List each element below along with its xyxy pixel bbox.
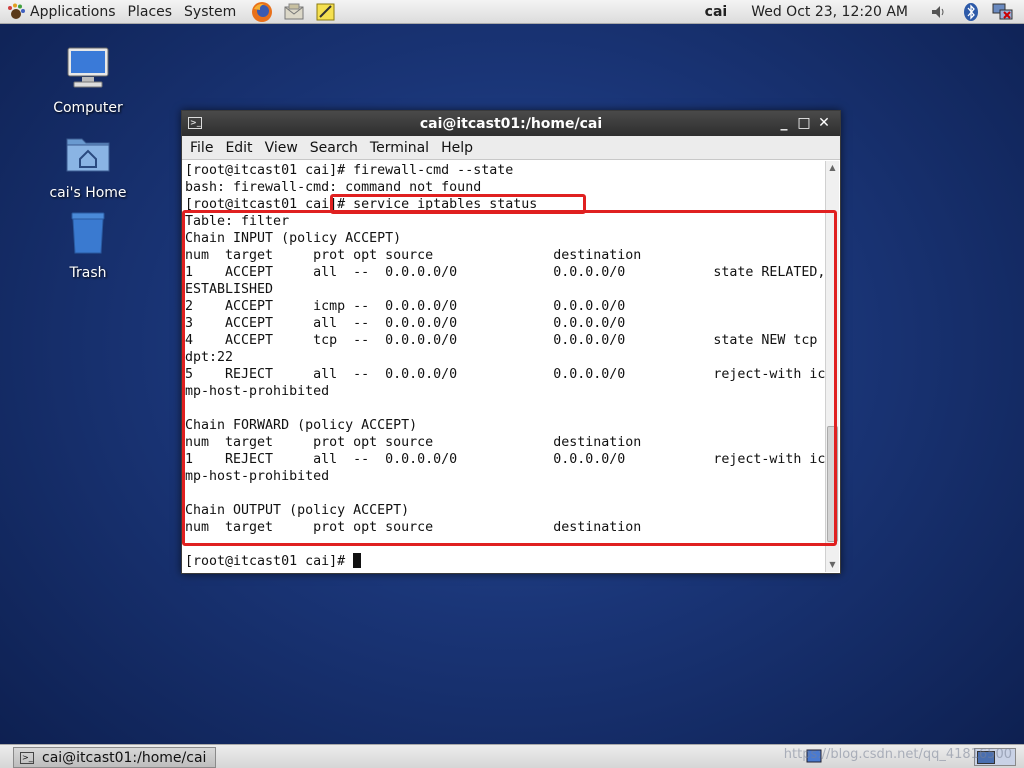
- menu-edit[interactable]: Edit: [219, 140, 258, 156]
- terminal-icon: >_: [188, 117, 202, 129]
- menu-terminal[interactable]: Terminal: [364, 140, 435, 156]
- volume-icon[interactable]: [928, 1, 950, 23]
- desktop-home[interactable]: cai's Home: [38, 129, 138, 201]
- system-label: System: [184, 3, 237, 20]
- computer-icon: [67, 47, 109, 88]
- mail-launcher[interactable]: [282, 1, 306, 23]
- system-menu[interactable]: System: [178, 0, 242, 24]
- menu-bar: File Edit View Search Terminal Help: [182, 136, 840, 160]
- notes-launcher[interactable]: [314, 1, 338, 23]
- firefox-launcher[interactable]: [250, 1, 274, 23]
- gnome-foot-icon: [8, 3, 25, 19]
- minimize-button[interactable]: _: [774, 114, 794, 132]
- home-label: cai's Home: [49, 185, 127, 201]
- bluetooth-icon[interactable]: [960, 1, 982, 23]
- menu-search[interactable]: Search: [304, 140, 364, 156]
- menu-file[interactable]: File: [184, 140, 219, 156]
- output-highlight: [182, 210, 837, 546]
- top-panel: Applications Places System cai Wed Oct 2…: [0, 0, 1024, 24]
- taskbar-label: cai@itcast01:/home/cai: [42, 749, 207, 766]
- clock[interactable]: Wed Oct 23, 12:20 AM: [751, 4, 908, 20]
- taskbar-terminal-button[interactable]: >_ cai@itcast01:/home/cai: [13, 747, 216, 768]
- trash-label: Trash: [69, 265, 107, 281]
- title-bar[interactable]: >_ cai@itcast01:/home/cai _ □ ✕: [182, 111, 840, 136]
- applications-menu[interactable]: Applications: [0, 0, 122, 24]
- terminal-line: [root@itcast01 cai]# firewall-cmd --stat…: [185, 163, 514, 178]
- watermark: https://blog.csdn.net/qq_41816500: [783, 747, 1012, 762]
- menu-view[interactable]: View: [259, 140, 304, 156]
- mail-icon: [284, 3, 304, 19]
- user-menu[interactable]: cai: [705, 4, 728, 20]
- menu-help[interactable]: Help: [435, 140, 479, 156]
- trash-icon: [71, 212, 105, 254]
- scroll-down-arrow[interactable]: ▼: [826, 558, 839, 572]
- network-icon[interactable]: [992, 1, 1014, 23]
- home-folder-icon: [66, 138, 110, 172]
- firefox-icon: [252, 1, 273, 22]
- text-cursor: [353, 553, 362, 568]
- maximize-button[interactable]: □: [794, 114, 814, 132]
- desktop-computer[interactable]: Computer: [38, 44, 138, 116]
- close-button[interactable]: ✕: [814, 114, 834, 132]
- places-menu[interactable]: Places: [122, 0, 179, 24]
- applications-label: Applications: [30, 3, 116, 20]
- places-label: Places: [127, 3, 173, 20]
- text-editor-icon: [316, 3, 335, 20]
- terminal-line: [root@itcast01 cai]#: [185, 553, 825, 570]
- computer-label: Computer: [53, 100, 123, 116]
- scroll-up-arrow[interactable]: ▲: [826, 161, 839, 175]
- window-title: cai@itcast01:/home/cai: [419, 115, 603, 132]
- desktop-trash[interactable]: Trash: [38, 209, 138, 281]
- terminal-task-icon: >_: [20, 751, 34, 764]
